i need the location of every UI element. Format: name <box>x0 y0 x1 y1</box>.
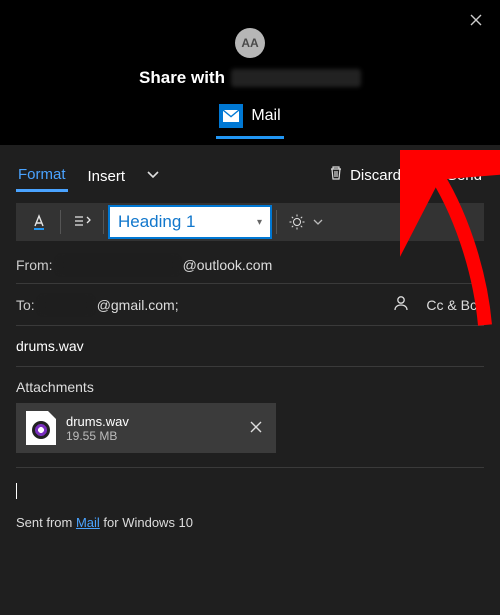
app-tab-mail[interactable]: Mail <box>0 98 500 136</box>
send-label: Send <box>447 167 482 184</box>
signature: Sent from Mail for Windows 10 <box>16 509 484 530</box>
subject-value: drums.wav <box>16 338 84 354</box>
avatar: AA <box>235 28 265 58</box>
redacted-to <box>41 298 91 312</box>
attachment-item[interactable]: drums.wav 19.55 MB <box>16 403 276 453</box>
share-header: AA Share with Mail <box>0 0 500 139</box>
app-tab-underline <box>216 136 284 139</box>
tab-insert[interactable]: Insert <box>86 160 128 191</box>
discard-label: Discard <box>350 167 401 184</box>
from-label: From: <box>16 257 53 273</box>
to-field[interactable]: To: @gmail.com; Cc & Bcc <box>16 284 484 326</box>
signature-prefix: Sent from <box>16 515 76 530</box>
chevron-down-icon <box>313 219 323 226</box>
attachment-name: drums.wav <box>66 414 236 429</box>
signature-suffix: for Windows 10 <box>100 515 193 530</box>
discard-button[interactable]: Discard <box>326 161 403 189</box>
trash-icon <box>328 165 344 185</box>
to-domain: @gmail.com; <box>97 297 179 313</box>
subject-field[interactable]: drums.wav <box>16 326 484 367</box>
style-select-value: Heading 1 <box>118 212 196 232</box>
paragraph-button[interactable] <box>67 207 97 237</box>
attachments-label: Attachments <box>16 367 484 403</box>
format-bar: Heading 1 ▾ <box>16 203 484 241</box>
compose-pane: Format Insert Discard Send Heading <box>0 145 500 615</box>
remove-attachment-button[interactable] <box>246 416 266 440</box>
redacted-from <box>59 258 177 272</box>
mail-icon <box>219 104 243 128</box>
share-label: Share with <box>139 68 225 88</box>
file-icon <box>26 411 56 445</box>
share-title: Share with <box>0 68 500 88</box>
font-color-button[interactable] <box>24 207 54 237</box>
close-button[interactable] <box>466 10 486 30</box>
tab-overflow[interactable] <box>145 162 161 188</box>
send-button[interactable]: Send <box>421 162 484 188</box>
to-label: To: <box>16 297 35 313</box>
app-tab-label: Mail <box>251 107 280 125</box>
send-icon <box>423 166 441 184</box>
signature-link[interactable]: Mail <box>76 515 100 530</box>
style-select[interactable]: Heading 1 ▾ <box>110 207 270 237</box>
message-body[interactable] <box>16 468 484 509</box>
redacted-recipient <box>231 69 361 87</box>
compose-toolbar: Format Insert Discard Send <box>16 153 484 197</box>
text-cursor <box>16 483 17 499</box>
attachment-size: 19.55 MB <box>66 429 236 443</box>
brightness-button[interactable] <box>283 207 329 237</box>
cc-bcc-button[interactable]: Cc & Bcc <box>426 297 484 313</box>
tab-format[interactable]: Format <box>16 158 68 192</box>
from-field: From: @outlook.com <box>16 247 484 284</box>
contacts-icon[interactable] <box>392 294 410 315</box>
chevron-down-icon: ▾ <box>257 217 262 228</box>
from-domain: @outlook.com <box>183 257 273 273</box>
